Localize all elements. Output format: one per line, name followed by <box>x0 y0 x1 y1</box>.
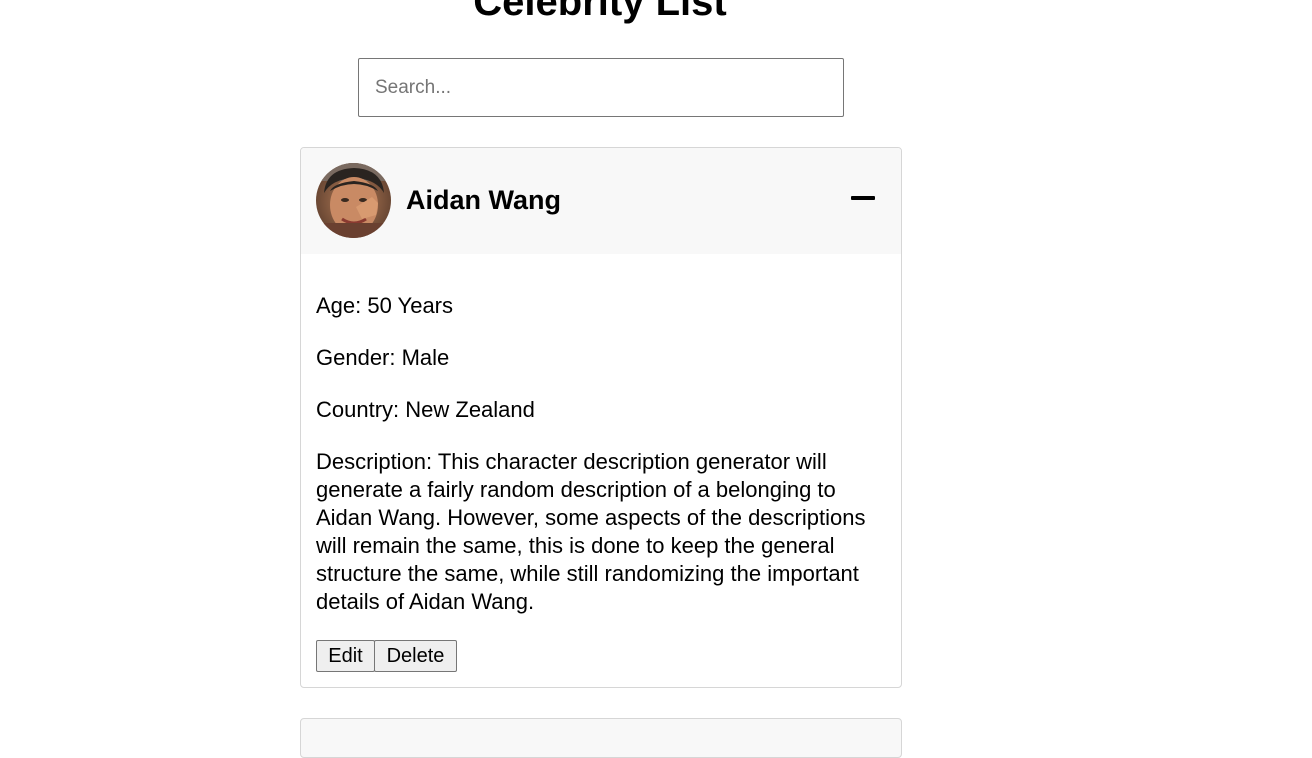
avatar-image <box>316 163 391 238</box>
celebrity-card: Aidan Wang Age: 50 Years Gender: Male Co… <box>300 147 902 688</box>
age-field: Age: 50 Years <box>316 293 454 318</box>
avatar <box>316 163 391 238</box>
page-title: Celebrity List <box>473 0 727 24</box>
minus-icon[interactable] <box>851 188 875 208</box>
gender-field: Gender: Male <box>316 345 450 370</box>
celebrity-name: Aidan Wang <box>406 185 561 215</box>
next-celebrity-card[interactable] <box>300 718 902 758</box>
card-header[interactable]: Aidan Wang <box>301 148 901 254</box>
country-field: Country: New Zealand <box>316 397 535 422</box>
edit-button[interactable]: Edit <box>316 640 375 672</box>
search-input[interactable] <box>358 58 844 117</box>
description-field: Description: This character description … <box>316 449 866 614</box>
delete-button[interactable]: Delete <box>374 640 457 672</box>
